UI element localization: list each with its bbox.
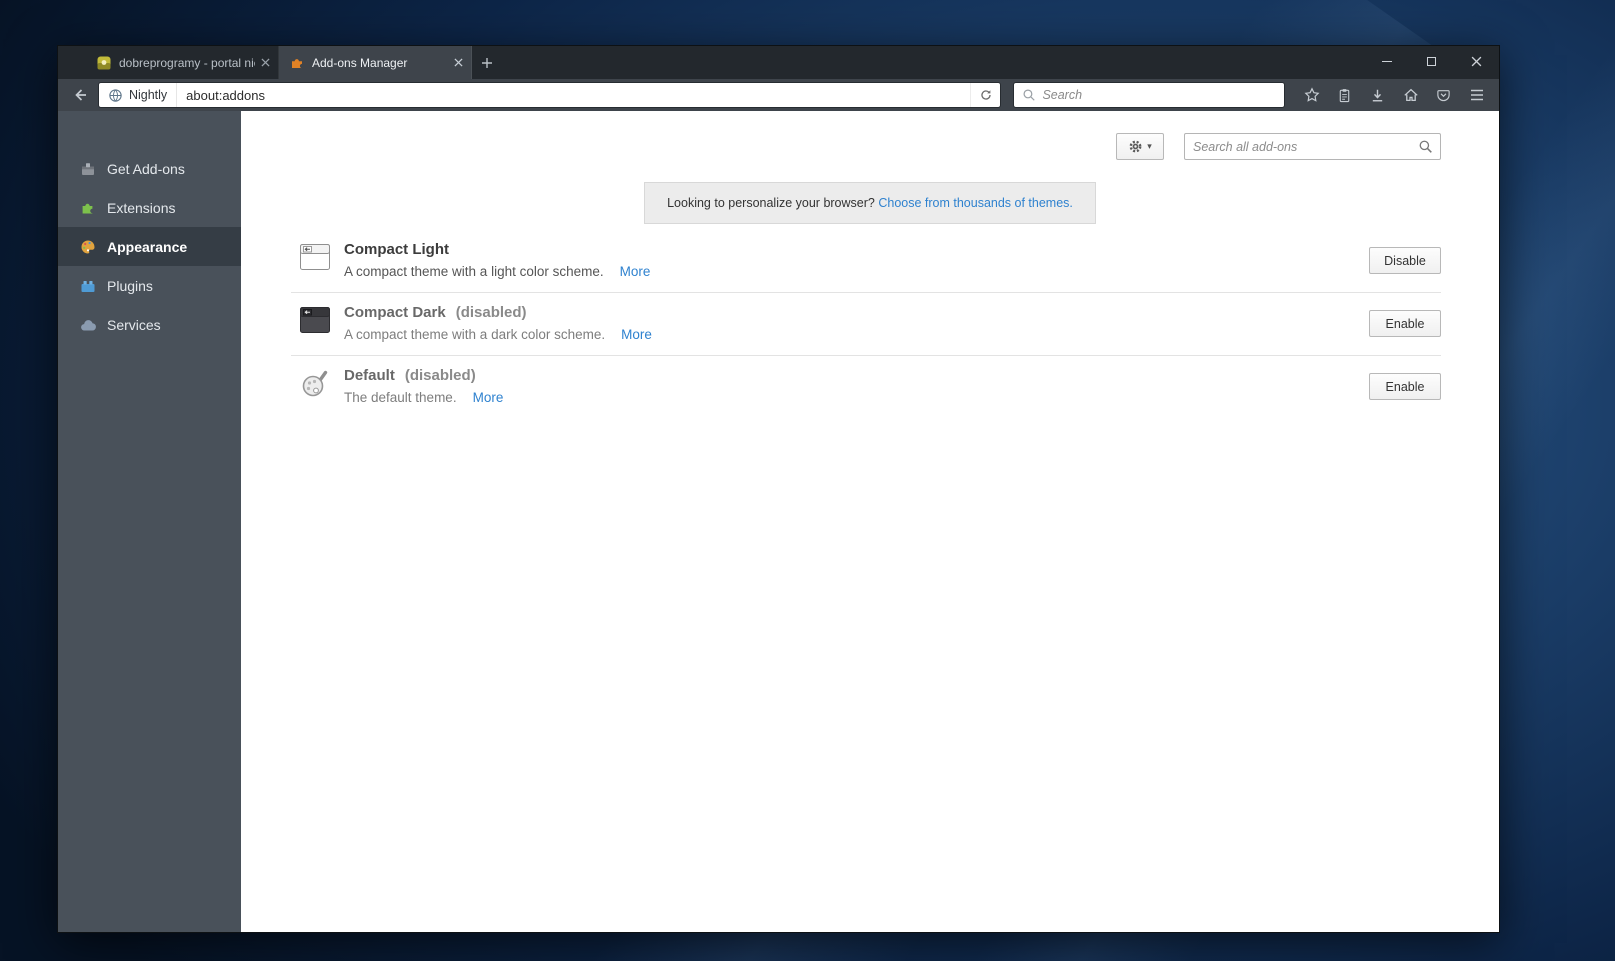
theme-description: A compact theme with a dark color scheme… [344,327,605,342]
theme-row-compact-light: Compact Light A compact theme with a lig… [291,230,1441,293]
appearance-icon [80,239,96,255]
tools-menu-button[interactable]: ▾ [1116,133,1164,160]
banner-text: Looking to personalize your browser? [667,196,875,210]
search-bar [1013,82,1285,108]
minimize-icon [1382,61,1392,62]
tab-addons-manager[interactable]: Add-ons Manager [279,46,472,79]
theme-info: Compact Dark (disabled) A compact theme w… [344,304,652,343]
themes-gallery-link[interactable]: Choose from thousands of themes. [878,196,1073,210]
tab-title: Add-ons Manager [312,56,448,70]
dropdown-caret: ▾ [1147,141,1152,152]
tab-strip: dobreprogramy - portal nie Add-ons Manag… [86,46,502,79]
dobreprogramy-favicon [96,55,112,71]
addons-search-input[interactable] [1193,140,1418,154]
close-button[interactable] [1454,46,1499,77]
sidebar-item-services[interactable]: Services [58,305,241,344]
menu-icon[interactable] [1460,82,1493,108]
theme-description: The default theme. [344,390,457,405]
sidebar-item-get-addons[interactable]: Get Add-ons [58,149,241,188]
addons-sidebar: Get Add-ons Extensions Appearance Plugin… [58,111,241,932]
tab-dobreprogramy[interactable]: dobreprogramy - portal nie [86,46,279,79]
window-controls [1364,46,1499,77]
back-arrow-icon [72,87,89,103]
theme-description: A compact theme with a light color schem… [344,264,604,279]
enable-button[interactable]: Enable [1369,373,1441,400]
sidebar-item-appearance[interactable]: Appearance [58,227,241,266]
theme-info: Default (disabled) The default theme. More [344,367,503,406]
sidebar-item-extensions[interactable]: Extensions [58,188,241,227]
home-icon[interactable] [1394,82,1427,108]
compact-light-theme-icon [299,241,331,273]
new-tab-button[interactable] [472,46,502,79]
search-icon [1418,139,1433,154]
search-icon [1022,88,1036,102]
theme-name: Compact Dark [344,304,446,321]
addons-manager-page: Get Add-ons Extensions Appearance Plugin… [58,111,1499,932]
sidebar-item-label: Appearance [107,239,187,255]
tab-close-icon[interactable] [454,58,463,67]
back-button[interactable] [66,82,96,108]
themes-promo-banner: Looking to personalize your browser? Cho… [644,182,1096,224]
compact-dark-theme-icon [299,304,331,336]
sidebar-item-plugins[interactable]: Plugins [58,266,241,305]
theme-row-compact-dark: Compact Dark (disabled) A compact theme w… [291,293,1441,356]
tab-close-icon[interactable] [261,58,270,67]
minimize-button[interactable] [1364,46,1409,77]
site-identity[interactable]: Nightly [99,83,177,107]
browser-window: dobreprogramy - portal nie Add-ons Manag… [57,45,1500,933]
addons-topbar: ▾ [241,111,1499,160]
theme-name: Compact Light [344,241,449,258]
disable-button[interactable]: Disable [1369,247,1441,274]
extensions-icon [80,200,96,216]
search-input[interactable] [1042,88,1280,102]
sidebar-item-label: Services [107,317,161,333]
sidebar-item-label: Get Add-ons [107,161,185,177]
url-bar[interactable]: Nightly about:addons [98,82,1001,108]
maximize-button[interactable] [1409,46,1454,77]
bookmark-star-icon[interactable] [1295,82,1328,108]
addons-main-panel: ▾ Looking to personalize your browser? C… [241,111,1499,932]
theme-status: (disabled) [456,304,527,321]
clipboard-icon[interactable] [1328,82,1361,108]
tab-title: dobreprogramy - portal nie [119,56,255,70]
more-link[interactable]: More [473,390,504,405]
globe-icon [108,88,123,103]
toolbar-buttons [1295,82,1493,108]
identity-label: Nightly [129,88,167,102]
enable-button[interactable]: Enable [1369,310,1441,337]
theme-info: Compact Light A compact theme with a lig… [344,241,650,280]
gear-icon [1128,139,1143,154]
download-icon[interactable] [1361,82,1394,108]
addons-search-field [1184,133,1441,160]
tab-bar: dobreprogramy - portal nie Add-ons Manag… [58,46,1499,79]
addons-manager-favicon [289,55,305,71]
theme-row-default: Default (disabled) The default theme. More… [291,356,1441,418]
default-theme-icon [299,367,331,399]
reload-icon [979,88,993,102]
more-link[interactable]: More [620,264,651,279]
get-addons-icon [80,161,96,177]
theme-list: Compact Light A compact theme with a lig… [291,230,1441,418]
sidebar-item-label: Extensions [107,200,175,216]
maximize-icon [1427,57,1436,66]
reload-button[interactable] [970,83,1000,107]
theme-name: Default [344,367,395,384]
close-icon [1471,56,1482,67]
url-text: about:addons [177,88,970,103]
pocket-icon[interactable] [1427,82,1460,108]
more-link[interactable]: More [621,327,652,342]
services-icon [80,317,96,333]
theme-status: (disabled) [405,367,476,384]
sidebar-item-label: Plugins [107,278,153,294]
navigation-toolbar: Nightly about:addons [58,79,1499,111]
plugins-icon [80,278,96,294]
